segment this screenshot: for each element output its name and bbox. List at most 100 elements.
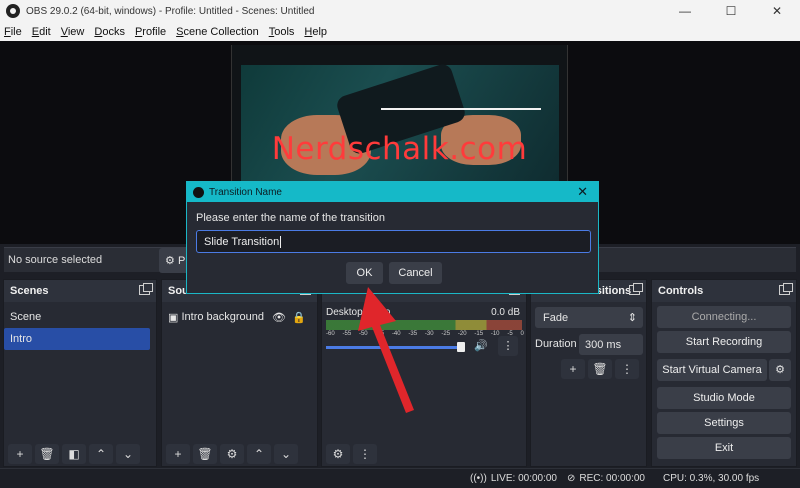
menu-docks[interactable]: Docks [94,26,125,38]
obs-logo-icon [6,4,20,18]
menu-tools[interactable]: Tools [269,26,295,38]
menu-file[interactable]: File [4,26,22,38]
track-level: 0.0 dB [491,307,520,318]
broadcast-icon: ((•)) [470,473,487,484]
meter-tick: -20 [457,331,467,337]
scenes-dock: Scenes Scene Intro + 🗑 ◧ ⌃ ⌄ [3,279,157,467]
image-icon: ▣ [168,311,179,324]
trash-icon[interactable]: 🗑 [588,359,612,379]
ok-button[interactable]: OK [346,262,383,284]
rec-timer: REC: 00:00:00 [579,473,645,484]
start-streaming-button[interactable]: Connecting... [657,306,791,328]
undock-icon[interactable] [139,283,153,295]
duration-value: 300 ms [585,338,622,351]
sources-toolbar: + 🗑 ⚙ ⌃ ⌄ [166,444,298,464]
undock-icon[interactable] [779,283,793,295]
studio-mode-button[interactable]: Studio Mode [657,387,791,409]
menu-profile[interactable]: Profile [135,26,166,38]
no-source-label: No source selected [8,254,103,266]
gear-icon[interactable]: ⚙ [326,444,350,464]
transition-name-input[interactable]: Slide Transition [196,230,591,253]
properties-label: P [177,254,186,267]
gear-icon[interactable]: ⚙ [220,444,244,464]
sources-dock: Sources ▣ Intro background 👁 🔒 + 🗑 ⚙ ⌃ ⌄ [161,279,318,467]
meter-tick: -60 [326,331,335,337]
watermark-text: Nerdschalk.com [271,131,528,167]
scenes-toolbar: + 🗑 ◧ ⌃ ⌄ [8,444,140,464]
dialog-close-icon[interactable]: ✕ [577,184,588,200]
maximize-button[interactable]: ☐ [708,0,754,22]
mixer-toolbar: ⚙ ⋮ [326,444,377,464]
source-label: Intro background [181,311,265,323]
more-icon[interactable]: ⋮ [353,444,377,464]
scene-label: Scene [10,311,42,323]
controls-title: Controls [658,285,704,297]
eye-icon[interactable]: 👁 [272,311,286,324]
source-item[interactable]: ▣ Intro background 👁 🔒 [162,306,317,328]
gear-icon[interactable]: ⚙ [769,359,791,381]
annotation-arrow [358,287,414,413]
status-bar: ((•)) LIVE: 00:00:00 ⊘ REC: 00:00:00 CPU… [0,468,800,488]
rec-icon: ⊘ [567,473,576,484]
more-icon[interactable]: ⋮ [498,336,518,356]
controls-header: Controls [652,280,796,302]
duration-label: Duration [535,338,577,350]
preview-line [381,108,541,110]
menu-help[interactable]: Help [304,26,327,38]
start-recording-button[interactable]: Start Recording [657,331,791,353]
transitions-toolbar: + 🗑 ⋮ [561,359,639,379]
more-icon[interactable]: ⋮ [615,359,639,379]
exit-button[interactable]: Exit [657,437,791,459]
obs-logo-icon [193,186,204,198]
lock-icon[interactable]: 🔒 [292,311,306,324]
text-cursor [280,235,282,248]
scenes-title: Scenes [10,285,49,297]
gear-icon: ⚙ [165,255,175,267]
down-icon[interactable]: ⌄ [274,444,298,464]
dialog-title-bar: Transition Name ✕ [187,182,598,202]
transitions-dock: Scene Transitions Fade⇕ Duration 300 ms … [530,279,647,467]
transition-type: Fade [543,311,569,324]
window-title: OBS 29.0.2 (64-bit, windows) - Profile: … [26,5,315,17]
scene-item-selected[interactable]: Intro [4,328,150,350]
settings-button[interactable]: Settings [657,412,791,434]
cpu-status: CPU: 0.3%, 30.00 fps [663,473,760,484]
menu-scene-collection[interactable]: Scene Collection [176,26,259,38]
undock-icon[interactable] [629,283,643,295]
up-icon[interactable]: ⌃ [247,444,271,464]
transition-name-dialog: Transition Name ✕ Please enter the name o… [186,181,599,294]
live-timer: LIVE: 00:00:00 [490,473,557,484]
trash-icon[interactable]: 🗑 [193,444,217,464]
title-bar: OBS 29.0.2 (64-bit, windows) - Profile: … [0,0,800,22]
menu-view[interactable]: View [61,26,85,38]
scene-item[interactable]: Scene [4,306,156,328]
add-icon[interactable]: + [166,444,190,464]
meter-tick: 0 [520,331,524,337]
down-icon[interactable]: ⌄ [116,444,140,464]
meter-tick: -25 [441,331,451,337]
duration-input[interactable]: 300 ms [579,334,643,355]
close-button[interactable]: ✕ [754,0,800,22]
scene-label: Intro [10,333,33,345]
dialog-prompt: Please enter the name of the transition [196,212,385,224]
add-icon[interactable]: + [561,359,585,379]
meter-tick: -15 [474,331,484,337]
window-controls: — ☐ ✕ [662,0,800,22]
start-virtual-camera-button[interactable]: Start Virtual Camera [657,359,767,381]
controls-dock: Controls Connecting... Start Recording S… [651,279,797,467]
cancel-button[interactable]: Cancel [389,262,442,284]
volume-slider-handle[interactable] [457,342,465,352]
menu-bar: File Edit View Docks Profile Scene Colle… [0,22,800,41]
virtual-camera-row: Start Virtual Camera ⚙ [652,356,796,384]
transition-select[interactable]: Fade ⇕ [535,307,643,328]
menu-edit[interactable]: Edit [32,26,51,38]
updown-icon: ⇕ [627,312,637,324]
speaker-icon[interactable]: 🔊 [474,339,488,352]
up-icon[interactable]: ⌃ [89,444,113,464]
dialog-title: Transition Name [209,186,282,198]
trash-icon[interactable]: 🗑 [35,444,59,464]
minimize-button[interactable]: — [662,0,708,22]
scenes-header: Scenes [4,280,156,302]
add-icon[interactable]: + [8,444,32,464]
filter-icon[interactable]: ◧ [62,444,86,464]
